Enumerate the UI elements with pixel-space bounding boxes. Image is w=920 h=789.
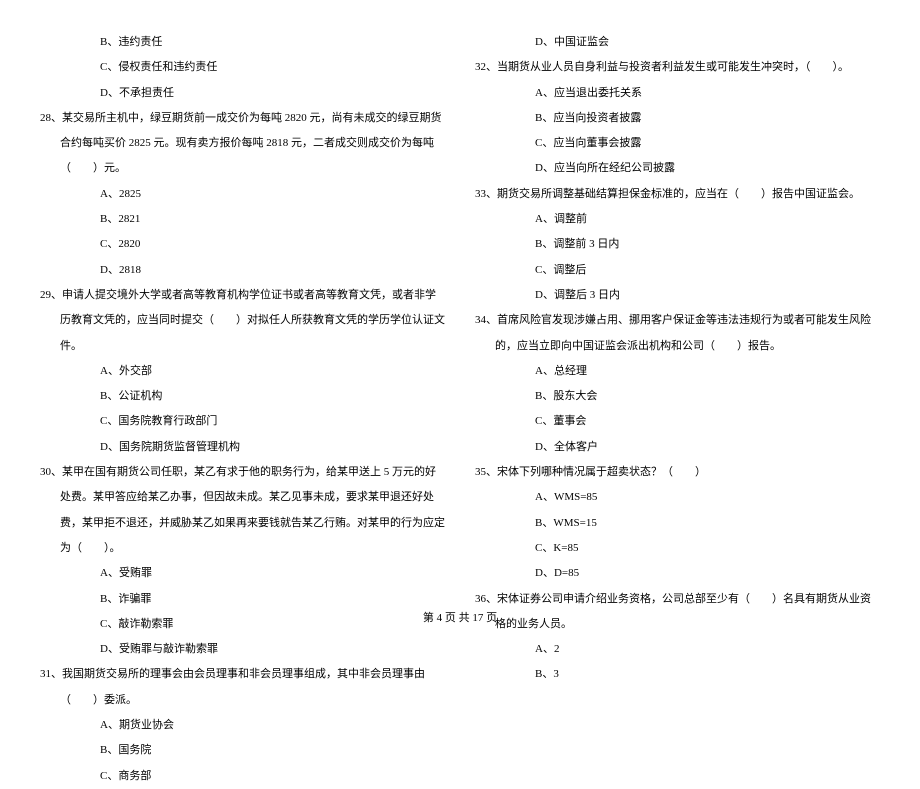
right-column: D、中国证监会 32、当期货从业人员自身利益与投资者利益发生或可能发生冲突时，（… <box>475 30 880 789</box>
q32-option-c: C、应当向董事会披露 <box>475 131 880 156</box>
q35-option-d: D、D=85 <box>475 561 880 586</box>
q32-option-a: A、应当退出委托关系 <box>475 81 880 106</box>
q35-option-b: B、WMS=15 <box>475 511 880 536</box>
q34-text: 34、首席风险官发现涉嫌占用、挪用客户保证金等违法违规行为或者可能发生风险的，应… <box>475 308 880 359</box>
q27-option-c: C、侵权责任和违约责任 <box>40 55 445 80</box>
q31-option-c: C、商务部 <box>40 764 445 789</box>
q31-text: 31、我国期货交易所的理事会由会员理事和非会员理事组成，其中非会员理事由（ ）委… <box>40 662 445 713</box>
left-column: B、违约责任 C、侵权责任和违约责任 D、不承担责任 28、某交易所主机中，绿豆… <box>40 30 445 789</box>
q34-option-a: A、总经理 <box>475 359 880 384</box>
q34-option-c: C、董事会 <box>475 409 880 434</box>
q31-option-a: A、期货业协会 <box>40 713 445 738</box>
q27-option-d: D、不承担责任 <box>40 81 445 106</box>
q29-option-c: C、国务院教育行政部门 <box>40 409 445 434</box>
q28-text: 28、某交易所主机中，绿豆期货前一成交价为每吨 2820 元，尚有未成交的绿豆期… <box>40 106 445 182</box>
q29-option-b: B、公证机构 <box>40 384 445 409</box>
q35-option-c: C、K=85 <box>475 536 880 561</box>
q28-option-c: C、2820 <box>40 232 445 257</box>
q30-text: 30、某甲在国有期货公司任职，某乙有求于他的职务行为，给某甲送上 5 万元的好处… <box>40 460 445 561</box>
q28-option-a: A、2825 <box>40 182 445 207</box>
q27-option-b: B、违约责任 <box>40 30 445 55</box>
q29-text: 29、申请人提交境外大学或者高等教育机构学位证书或者高等教育文凭，或者非学历教育… <box>40 283 445 359</box>
page-footer: 第 4 页 共 17 页 <box>0 609 920 625</box>
q32-option-b: B、应当向投资者披露 <box>475 106 880 131</box>
q33-option-d: D、调整后 3 日内 <box>475 283 880 308</box>
q29-option-d: D、国务院期货监督管理机构 <box>40 435 445 460</box>
q31-option-b: B、国务院 <box>40 738 445 763</box>
q31-option-d: D、中国证监会 <box>475 30 880 55</box>
q29-option-a: A、外交部 <box>40 359 445 384</box>
page-content: B、违约责任 C、侵权责任和违约责任 D、不承担责任 28、某交易所主机中，绿豆… <box>0 0 920 789</box>
q30-option-a: A、受贿罪 <box>40 561 445 586</box>
q32-option-d: D、应当向所在经纪公司披露 <box>475 156 880 181</box>
q35-text: 35、宋体下列哪种情况属于超卖状态？（ ） <box>475 460 880 485</box>
q34-option-b: B、股东大会 <box>475 384 880 409</box>
q32-text: 32、当期货从业人员自身利益与投资者利益发生或可能发生冲突时，（ ）。 <box>475 55 880 80</box>
q33-option-a: A、调整前 <box>475 207 880 232</box>
q28-option-b: B、2821 <box>40 207 445 232</box>
q34-option-d: D、全体客户 <box>475 435 880 460</box>
q33-option-b: B、调整前 3 日内 <box>475 232 880 257</box>
q35-option-a: A、WMS=85 <box>475 485 880 510</box>
q28-option-d: D、2818 <box>40 258 445 283</box>
q33-text: 33、期货交易所调整基础结算担保金标准的，应当在（ ）报告中国证监会。 <box>475 182 880 207</box>
q36-option-b: B、3 <box>475 662 880 687</box>
q33-option-c: C、调整后 <box>475 258 880 283</box>
